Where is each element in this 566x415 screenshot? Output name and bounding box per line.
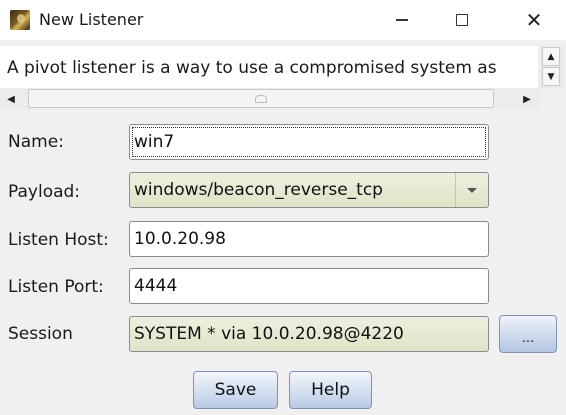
minimize-button[interactable]	[372, 0, 432, 40]
save-button[interactable]: Save	[193, 371, 278, 409]
chevron-down-icon[interactable]	[455, 173, 488, 207]
name-label: Name:	[8, 132, 64, 152]
title-bar: New Listener ✕	[0, 0, 566, 40]
horizontal-scrollbar[interactable]: ◀ ▶	[0, 88, 540, 110]
listen-host-label: Listen Host:	[8, 230, 109, 250]
session-value: SYSTEM * via 10.0.20.98@4220	[134, 324, 404, 344]
grip-icon	[255, 95, 267, 103]
payload-select[interactable]: windows/beacon_reverse_tcp	[129, 172, 489, 208]
listen-port-field[interactable]: 4444	[129, 268, 489, 304]
scroll-down-button[interactable]: ▼	[542, 67, 560, 86]
maximize-icon	[456, 14, 468, 26]
arrow-down-icon: ▼	[547, 71, 555, 82]
arrow-left-icon: ◀	[7, 93, 15, 105]
window-title: New Listener	[39, 10, 144, 29]
session-label: Session	[8, 324, 73, 344]
close-button[interactable]: ✕	[504, 0, 564, 40]
scroll-right-button[interactable]: ▶	[516, 90, 538, 108]
name-field[interactable]: win7	[129, 124, 489, 160]
description-text: A pivot listener is a way to use a compr…	[7, 58, 497, 78]
payload-value: windows/beacon_reverse_tcp	[134, 180, 383, 200]
listen-port-label: Listen Port:	[8, 277, 104, 297]
listen-host-value: 10.0.20.98	[134, 229, 226, 249]
close-icon: ✕	[525, 8, 543, 32]
vertical-scrollbar[interactable]: ▲ ▼	[540, 46, 564, 88]
session-browse-button[interactable]: ...	[499, 315, 557, 353]
maximize-button[interactable]	[432, 0, 492, 40]
payload-label: Payload:	[8, 182, 81, 202]
arrow-up-icon: ▲	[547, 51, 555, 62]
scroll-up-button[interactable]: ▲	[542, 47, 560, 66]
arrow-right-icon: ▶	[523, 93, 531, 105]
scroll-left-button[interactable]: ◀	[0, 90, 22, 108]
listen-port-value: 4444	[134, 276, 178, 296]
listen-host-field[interactable]: 10.0.20.98	[129, 221, 489, 257]
name-value: win7	[134, 132, 175, 152]
help-button[interactable]: Help	[289, 371, 372, 409]
app-icon	[10, 10, 30, 30]
description-area[interactable]: A pivot listener is a way to use a compr…	[0, 46, 538, 88]
session-field[interactable]: SYSTEM * via 10.0.20.98@4220	[129, 316, 489, 352]
scroll-thumb[interactable]	[28, 89, 494, 108]
minimize-icon	[396, 19, 408, 21]
ellipsis-label: ...	[521, 331, 535, 346]
